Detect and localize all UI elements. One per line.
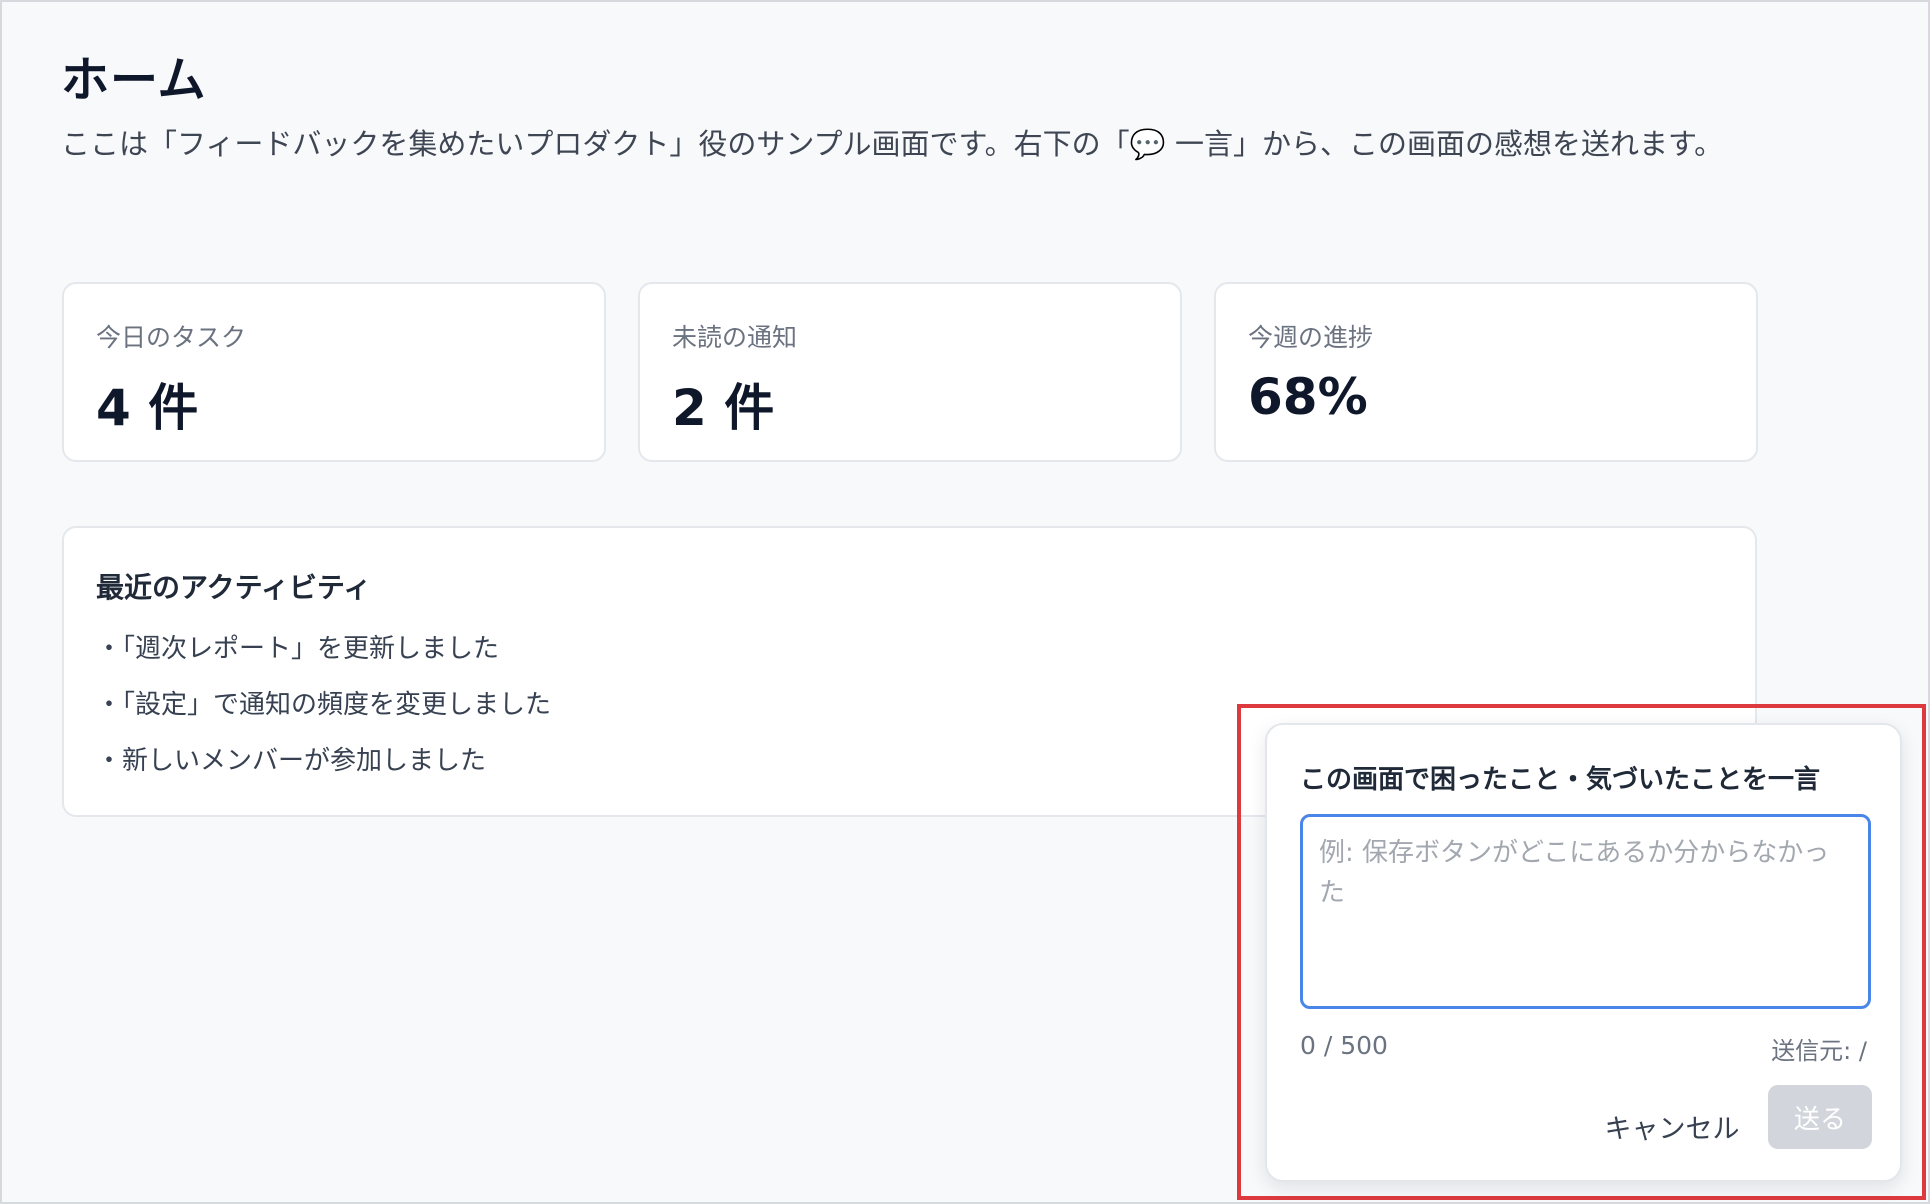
page-title: ホーム — [61, 52, 207, 108]
page-description: ここは「フィードバックを集めたいプロダクト」役のサンプル画面です。右下の「💬 一… — [61, 127, 1724, 161]
stat-label: 今日のタスク — [96, 323, 247, 352]
activity-list: ・「週次レポート」を更新しました ・「設定」で通知の頻度を変更しました ・新しい… — [96, 632, 551, 800]
stat-card-today-tasks: 今日のタスク 4 件 — [62, 282, 606, 462]
stat-label: 未読の通知 — [672, 323, 798, 352]
stat-value: 2 件 — [672, 379, 775, 437]
send-button[interactable]: 送る — [1768, 1085, 1872, 1149]
sender-label: 送信元: / — [1771, 1037, 1867, 1065]
stat-value: 68% — [1248, 368, 1368, 426]
app-window: ホーム ここは「フィードバックを集めたいプロダクト」役のサンプル画面です。右下の… — [0, 0, 1930, 1204]
feedback-title: この画面で困ったこと・気づいたことを一言 — [1300, 765, 1821, 795]
cancel-button[interactable]: キャンセル — [1587, 1095, 1757, 1157]
character-counter: 0 / 500 — [1300, 1031, 1388, 1060]
stat-value: 4 件 — [96, 379, 199, 437]
feedback-popup: この画面で困ったこと・気づいたことを一言 0 / 500 送信元: / キャンセ… — [1265, 723, 1902, 1182]
list-item: ・「設定」で通知の頻度を変更しました — [96, 690, 552, 720]
activity-title: 最近のアクティビティ — [96, 571, 372, 604]
stat-card-weekly-progress: 今週の進捗 68% — [1214, 282, 1758, 462]
stat-card-unread-notifications: 未読の通知 2 件 — [638, 282, 1182, 462]
list-item: ・「週次レポート」を更新しました — [96, 634, 500, 664]
stat-label: 今週の進捗 — [1248, 323, 1374, 352]
feedback-textarea[interactable] — [1300, 814, 1871, 1009]
list-item: ・新しいメンバーが参加しました — [96, 746, 487, 776]
